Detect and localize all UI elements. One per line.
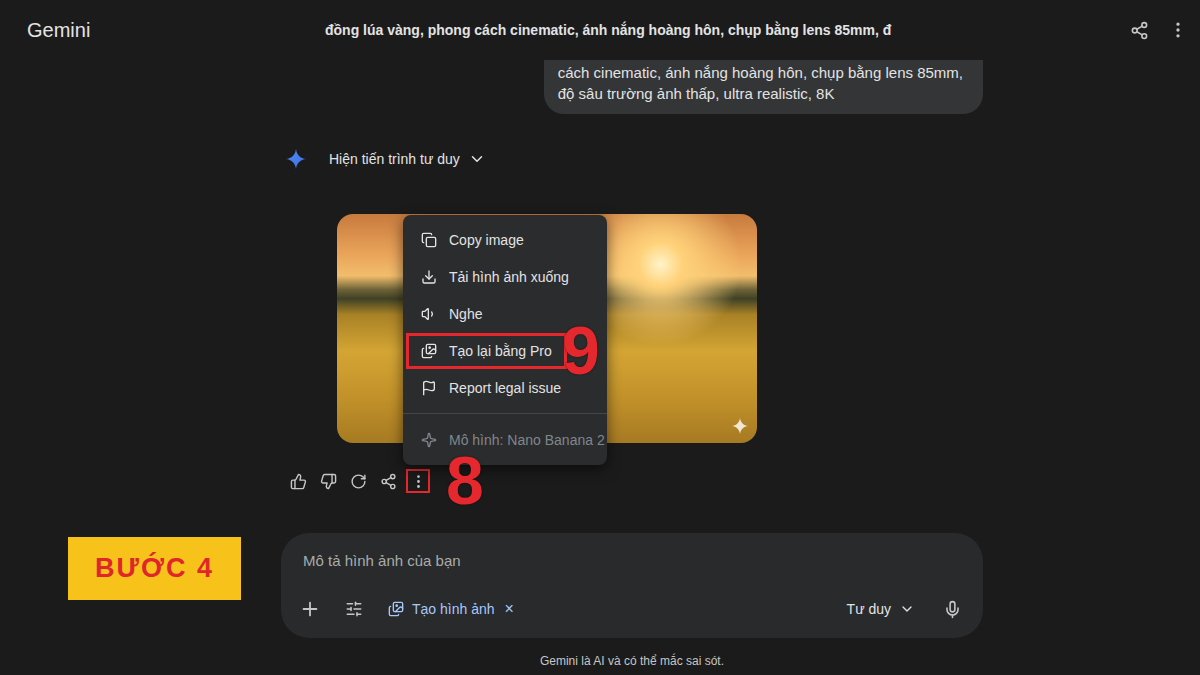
more-icon — [410, 473, 427, 490]
chevron-down-icon — [899, 601, 915, 617]
menu-item: Mô hình: Nano Banana 2 — [403, 421, 607, 458]
dislike-icon — [320, 473, 337, 490]
menu-item[interactable]: Nghe — [403, 295, 607, 332]
chat-column: cách cinematic, ánh nắng hoàng hôn, chụp… — [281, 60, 983, 675]
top-bar: Geminiđồng lúa vàng, phong cách cinemati… — [0, 0, 1200, 60]
share-button[interactable] — [1121, 12, 1157, 48]
mode-picker[interactable]: Tư duy — [847, 601, 915, 617]
copy-icon — [421, 232, 437, 248]
user-message-line: độ sâu trường ảnh thấp, ultra realistic,… — [558, 83, 963, 104]
generated-image-wrap: Copy imageTải hình ảnh xuốngNgheTạo lại … — [337, 214, 757, 443]
image-menu: Copy imageTải hình ảnh xuốngNgheTạo lại … — [403, 215, 607, 465]
dislike-button[interactable] — [316, 469, 340, 493]
more-button[interactable] — [1160, 12, 1196, 48]
user-message: cách cinematic, ánh nắng hoàng hôn, chụp… — [544, 60, 983, 114]
download-icon — [421, 269, 437, 285]
add-button[interactable] — [292, 591, 328, 627]
share-button[interactable] — [376, 469, 400, 493]
menu-item[interactable]: Report legal issue — [403, 369, 607, 406]
prompt-input[interactable]: Mô tả hình ảnh của bạn — [292, 551, 970, 571]
gemini-page: Geminiđồng lúa vàng, phong cách cinemati… — [0, 0, 1200, 675]
menu-item[interactable]: Copy image — [403, 221, 607, 258]
top-actions — [1121, 12, 1196, 48]
more-button[interactable] — [406, 469, 430, 493]
share-icon — [1130, 21, 1149, 40]
chat-title: đồng lúa vàng, phong cách cinematic, ánh… — [325, 22, 891, 38]
tools-button[interactable] — [336, 591, 372, 627]
remove-chip-button[interactable]: × — [503, 600, 516, 618]
share-icon — [380, 473, 397, 490]
sparkle-watermark-icon — [731, 417, 749, 435]
microphone-icon — [943, 600, 962, 619]
user-message-line: cách cinematic, ánh nắng hoàng hôn, chụp… — [558, 62, 963, 83]
regenerate-button[interactable] — [346, 469, 370, 493]
response-actions: 8 — [281, 469, 983, 493]
more-vertical-icon — [1168, 20, 1188, 40]
like-button[interactable] — [286, 469, 310, 493]
step-badge: BƯỚC 4 — [68, 537, 241, 600]
listen-icon — [421, 306, 437, 322]
prompt-composer: Mô tả hình ảnh của bạn Tạo hình ảnh× Tư du… — [281, 533, 983, 638]
response-header: Hiện tiến trình tư duy — [281, 147, 983, 171]
show-thinking-toggle[interactable]: Hiện tiến trình tư duy — [329, 150, 486, 168]
sliders-icon — [345, 600, 363, 618]
model-icon — [421, 432, 437, 448]
report-icon — [421, 380, 437, 396]
plus-icon — [299, 598, 321, 620]
like-icon — [290, 473, 307, 490]
regenerate-icon — [350, 473, 367, 490]
mic-button[interactable] — [934, 591, 970, 627]
image-gallery-icon — [388, 601, 404, 617]
redo-pro-icon — [421, 343, 437, 359]
gemini-logo-icon — [285, 148, 307, 170]
watermark — [731, 417, 749, 435]
tool-chip[interactable]: Tạo hình ảnh× — [380, 591, 524, 627]
step-marker: 9 — [562, 316, 600, 384]
disclaimer: Gemini là AI và có thể mắc sai sót. — [281, 653, 983, 669]
menu-item[interactable]: Tạo lại bằng Pro — [403, 332, 607, 369]
app-name[interactable]: Gemini — [27, 19, 325, 42]
chevron-down-icon — [468, 150, 486, 168]
composer-tools: Tạo hình ảnh× Tư duy — [292, 591, 970, 627]
menu-item[interactable]: Tải hình ảnh xuống — [403, 258, 607, 295]
menu-divider — [403, 413, 607, 414]
